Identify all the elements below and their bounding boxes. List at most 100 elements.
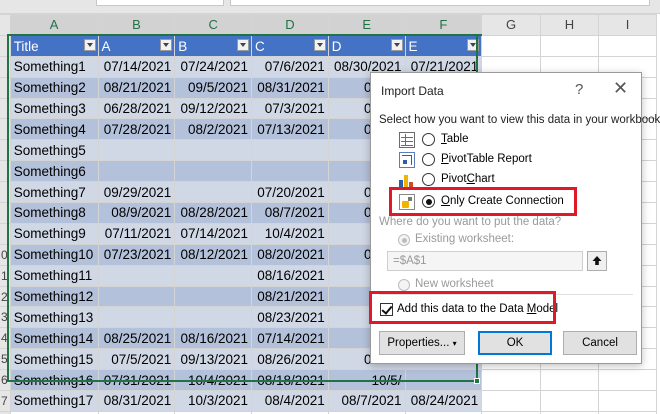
cancel-button[interactable]: Cancel bbox=[563, 331, 637, 355]
fill-handle[interactable] bbox=[474, 378, 480, 384]
date-cell[interactable]: 06/28/2021 bbox=[97, 97, 176, 120]
table-header-cell[interactable]: D bbox=[327, 34, 406, 57]
date-cell[interactable]: 10/4/2021 bbox=[174, 369, 253, 392]
existing-worksheet-radio[interactable] bbox=[398, 234, 410, 246]
row-header[interactable] bbox=[0, 181, 11, 204]
title-cell[interactable]: Something16 bbox=[9, 369, 99, 392]
row-header[interactable]: 2 bbox=[0, 285, 11, 308]
cell[interactable] bbox=[481, 369, 541, 392]
cell[interactable] bbox=[539, 369, 600, 392]
view-option[interactable]: PivotTable Report bbox=[399, 152, 619, 168]
table-header-cell[interactable]: Title bbox=[9, 34, 99, 57]
title-cell[interactable]: Something7 bbox=[9, 181, 99, 204]
date-cell[interactable] bbox=[174, 160, 253, 183]
date-cell[interactable]: 08/21/2021 bbox=[251, 285, 329, 308]
filter-dropdown-icon[interactable] bbox=[83, 39, 96, 52]
date-cell[interactable]: 10/5/ bbox=[327, 369, 406, 392]
column-header[interactable]: I bbox=[598, 14, 657, 36]
select-all-corner[interactable] bbox=[0, 14, 11, 36]
date-cell[interactable]: 07/5/2021 bbox=[97, 348, 176, 371]
date-cell[interactable]: 07/28/2021 bbox=[97, 118, 176, 141]
data-model-checkbox[interactable] bbox=[380, 303, 393, 316]
cell[interactable] bbox=[481, 390, 541, 412]
cell[interactable] bbox=[598, 34, 657, 57]
table-header-cell[interactable]: A bbox=[97, 34, 176, 57]
date-cell[interactable]: 07/14/2021 bbox=[174, 222, 253, 245]
cell[interactable] bbox=[539, 390, 600, 412]
row-header[interactable]: 1 bbox=[0, 264, 11, 287]
title-cell[interactable]: Something12 bbox=[9, 285, 99, 308]
column-header[interactable]: G bbox=[481, 14, 541, 36]
column-header[interactable]: A bbox=[9, 14, 99, 37]
title-cell[interactable]: Something11 bbox=[9, 264, 99, 287]
row-header[interactable] bbox=[0, 55, 11, 78]
row-header[interactable] bbox=[0, 139, 11, 162]
date-cell[interactable]: 08/20/2021 bbox=[251, 243, 329, 266]
date-cell[interactable]: 08/24/2021 bbox=[404, 390, 483, 412]
row-header[interactable] bbox=[0, 118, 11, 141]
row-header[interactable]: 3 bbox=[0, 306, 11, 329]
row-header[interactable]: 7 bbox=[0, 390, 11, 412]
date-cell[interactable]: 07/14/2021 bbox=[97, 55, 176, 78]
date-cell[interactable]: 08/28/2021 bbox=[174, 202, 253, 224]
date-cell[interactable]: 09/29/2021 bbox=[97, 181, 176, 204]
title-cell[interactable]: Something9 bbox=[9, 222, 99, 245]
filter-dropdown-icon[interactable] bbox=[160, 39, 173, 52]
column-header[interactable]: B bbox=[97, 14, 176, 37]
date-cell[interactable]: 07/31/2021 bbox=[97, 369, 176, 392]
date-cell[interactable]: 07/24/2021 bbox=[174, 55, 253, 78]
cell[interactable] bbox=[539, 34, 600, 57]
column-header[interactable]: D bbox=[251, 14, 329, 37]
date-cell[interactable] bbox=[97, 139, 176, 162]
table-header-cell[interactable]: B bbox=[174, 34, 253, 57]
row-header[interactable]: 0 bbox=[0, 243, 11, 266]
date-cell[interactable]: 07/13/2021 bbox=[251, 118, 329, 141]
radio-button[interactable] bbox=[422, 133, 435, 146]
date-cell[interactable] bbox=[174, 285, 253, 308]
title-cell[interactable]: Something10 bbox=[9, 243, 99, 266]
date-cell[interactable] bbox=[174, 264, 253, 287]
date-cell[interactable] bbox=[97, 306, 176, 329]
date-cell[interactable] bbox=[174, 306, 253, 329]
column-header[interactable]: H bbox=[539, 14, 600, 36]
date-cell[interactable]: 08/26/2021 bbox=[251, 348, 329, 371]
row-header[interactable] bbox=[0, 97, 11, 120]
date-cell[interactable]: 08/31/2021 bbox=[251, 76, 329, 99]
title-cell[interactable]: Something6 bbox=[9, 160, 99, 183]
collapse-dialog-button[interactable] bbox=[587, 251, 607, 271]
title-cell[interactable]: Something2 bbox=[9, 76, 99, 99]
row-header[interactable]: 4 bbox=[0, 327, 11, 350]
radio-button[interactable] bbox=[422, 153, 435, 166]
date-cell[interactable]: 08/31/2021 bbox=[97, 390, 176, 412]
date-cell[interactable]: 08/7/2021 bbox=[327, 390, 406, 412]
title-cell[interactable]: Something3 bbox=[9, 97, 99, 120]
date-cell[interactable] bbox=[174, 181, 253, 204]
reference-input[interactable]: =$A$1 bbox=[387, 251, 583, 271]
view-option[interactable]: PivotChart bbox=[399, 172, 619, 188]
column-header[interactable]: E bbox=[327, 14, 406, 37]
row-header[interactable] bbox=[0, 202, 11, 224]
date-cell[interactable]: 08/7/2021 bbox=[251, 202, 329, 224]
date-cell[interactable]: 09/12/2021 bbox=[174, 97, 253, 120]
date-cell[interactable]: 09/13/2021 bbox=[174, 348, 253, 371]
title-cell[interactable]: Something5 bbox=[9, 139, 99, 162]
filter-dropdown-icon[interactable] bbox=[237, 39, 250, 52]
date-cell[interactable]: 10/4/2021 bbox=[251, 222, 329, 245]
date-cell[interactable]: 07/20/2021 bbox=[251, 181, 329, 204]
table-header-cell[interactable]: C bbox=[251, 34, 329, 57]
date-cell[interactable]: 10/3/2021 bbox=[174, 390, 253, 412]
date-cell[interactable]: 09/5/2021 bbox=[174, 76, 253, 99]
cell[interactable] bbox=[598, 390, 657, 412]
data-model-label[interactable]: Add this data to the Data Model bbox=[397, 303, 558, 315]
date-cell[interactable]: 08/2/2021 bbox=[174, 118, 253, 141]
ok-button[interactable]: OK bbox=[478, 331, 552, 355]
column-header[interactable]: F bbox=[404, 14, 483, 37]
properties-button[interactable]: Properties... ▾ bbox=[379, 331, 465, 355]
date-cell[interactable] bbox=[97, 264, 176, 287]
date-cell[interactable]: 07/11/2021 bbox=[97, 222, 176, 245]
radio-button[interactable] bbox=[422, 173, 435, 186]
table-header-cell[interactable]: E bbox=[404, 34, 483, 57]
close-icon[interactable]: ✕ bbox=[613, 78, 628, 99]
title-cell[interactable]: Something14 bbox=[9, 327, 99, 350]
date-cell[interactable]: 08/21/2021 bbox=[97, 76, 176, 99]
